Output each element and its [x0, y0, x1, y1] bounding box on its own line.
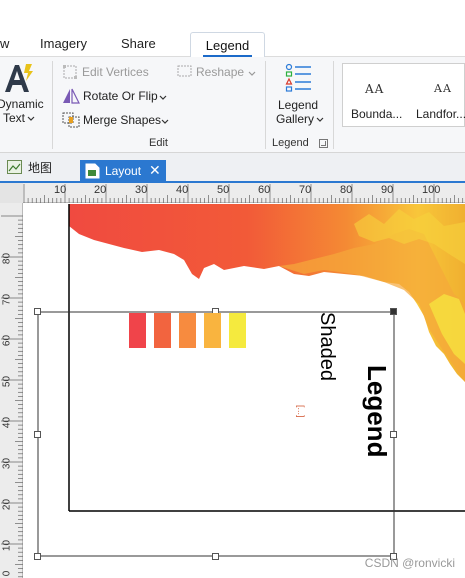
resize-handle[interactable]	[390, 308, 397, 315]
reshape-icon	[177, 65, 192, 77]
edit-vertices-label: Edit Vertices	[82, 65, 149, 79]
ruler-left: 80 70 60 50 40 30 20 10 0	[0, 203, 23, 578]
ruler-left-label: 40	[1, 416, 13, 429]
close-icon[interactable]: ✕	[149, 163, 161, 177]
tab-view[interactable]: w	[0, 36, 9, 51]
legend-overflow-marker[interactable]: [...]	[296, 405, 306, 418]
chevron-down-icon	[161, 119, 169, 124]
legend-gallery-label-2: Gallery	[276, 112, 315, 126]
chevron-down-icon	[248, 71, 256, 76]
chevron-down-icon	[316, 117, 324, 122]
reshape-button[interactable]: Reshape	[175, 63, 260, 81]
legend-selection-box[interactable]	[24, 204, 465, 578]
tab-layout[interactable]: Layout ✕	[80, 160, 166, 183]
ruler-top-label: 10	[54, 184, 67, 196]
reshape-label: Reshape	[196, 65, 245, 79]
legend-style-gallery: AA Bounda... AA Landfor...	[342, 63, 465, 127]
rotate-or-flip-label: Rotate Or Flip	[83, 89, 158, 103]
document-tab-bar: 地图	[0, 153, 465, 183]
tab-legend-label: Legend	[205, 38, 250, 53]
ruler-top-label: 60	[258, 184, 271, 196]
ruler-top: 10 20 30 40 50 60 70 80 90 100	[23, 183, 465, 203]
merge-shapes-button[interactable]: Merge Shapes	[60, 111, 172, 129]
legend-group-label: Legend	[272, 137, 309, 149]
ruler-top-ticks	[23, 184, 464, 203]
ruler-left-label: 70	[1, 293, 13, 306]
legend-gallery-button[interactable]: Legend Gallery	[272, 61, 328, 127]
resize-handle[interactable]	[34, 431, 41, 438]
style-label: Landfor...	[416, 107, 465, 121]
layout-icon	[85, 163, 100, 179]
legend-gallery-icon	[285, 63, 311, 92]
legend-swatch	[204, 313, 221, 348]
legend-swatch	[154, 313, 171, 348]
layout-canvas[interactable]	[24, 204, 465, 578]
ruler-left-label: 10	[1, 539, 13, 552]
dynamic-text-icon	[5, 64, 33, 92]
ruler-left-label: 30	[1, 457, 13, 470]
ruler-top-label: 50	[217, 184, 230, 196]
ruler-top-label: 20	[94, 184, 107, 196]
ruler-top-label: 40	[176, 184, 189, 196]
style-sample: AA	[365, 82, 385, 96]
ruler-left-label: 80	[1, 252, 13, 265]
ribbon-separator	[333, 61, 334, 149]
resize-handle[interactable]	[34, 553, 41, 560]
tab-share[interactable]: Share	[121, 36, 156, 51]
ruler-top-label: 100	[422, 184, 441, 196]
tab-layout-label: Layout	[105, 164, 142, 178]
ruler-top-label: 80	[340, 184, 353, 196]
legend-group-launcher-icon[interactable]	[319, 139, 328, 148]
resize-handle[interactable]	[212, 553, 219, 560]
merge-shapes-label: Merge Shapes	[83, 113, 162, 127]
ruler-corner	[0, 183, 23, 203]
merge-shapes-icon	[62, 112, 80, 128]
tab-legend[interactable]: Legend	[190, 32, 265, 58]
tab-imagery[interactable]: Imagery	[40, 36, 87, 51]
legend-swatch	[229, 313, 246, 348]
ribbon-tab-bar: w Imagery Share Legend	[0, 0, 465, 58]
ruler-left-label: 0	[1, 570, 13, 577]
legend-swatch	[129, 313, 146, 348]
dynamic-text-button[interactable]: Dynamic Text	[0, 57, 46, 137]
chevron-down-icon	[159, 95, 167, 100]
style-gallery-item[interactable]: AA Bounda...	[343, 64, 407, 126]
rotate-flip-icon	[63, 88, 80, 104]
arcgis-pro-window: w Imagery Share Legend Dynamic Text Edit…	[0, 0, 465, 578]
ruler-left-label: 20	[1, 498, 13, 511]
style-sample: AA	[434, 82, 452, 95]
dynamic-text-label-2: Text	[3, 111, 26, 125]
tab-map[interactable]: 地图	[4, 156, 74, 178]
ruler-top-label: 70	[299, 184, 312, 196]
ruler-top-label: 90	[381, 184, 394, 196]
legend-swatch	[179, 313, 196, 348]
style-gallery-item[interactable]: AA Landfor...	[407, 64, 465, 126]
ribbon-separator	[265, 61, 266, 149]
watermark-text: CSDN @ronvicki	[364, 556, 455, 570]
legend-item-label: Shaded	[316, 312, 338, 381]
tab-map-label: 地图	[28, 161, 53, 175]
legend-gallery-label-1: Legend	[278, 98, 319, 112]
edit-group-label: Edit	[149, 137, 168, 149]
rotate-or-flip-button[interactable]: Rotate Or Flip	[60, 87, 172, 105]
ruler-top-label: 30	[135, 184, 148, 196]
dynamic-text-label-1: Dynamic	[0, 97, 44, 111]
edit-vertices-button[interactable]: Edit Vertices	[60, 63, 170, 81]
edit-vertices-icon	[63, 65, 77, 79]
ribbon-separator	[52, 61, 53, 149]
chevron-down-icon	[27, 116, 35, 121]
style-label: Bounda...	[351, 107, 403, 121]
resize-handle[interactable]	[34, 308, 41, 315]
ruler-left-label: 50	[1, 375, 13, 388]
legend-title: Legend	[362, 365, 392, 458]
map-icon	[7, 160, 22, 174]
ruler-left-label: 60	[1, 334, 13, 347]
